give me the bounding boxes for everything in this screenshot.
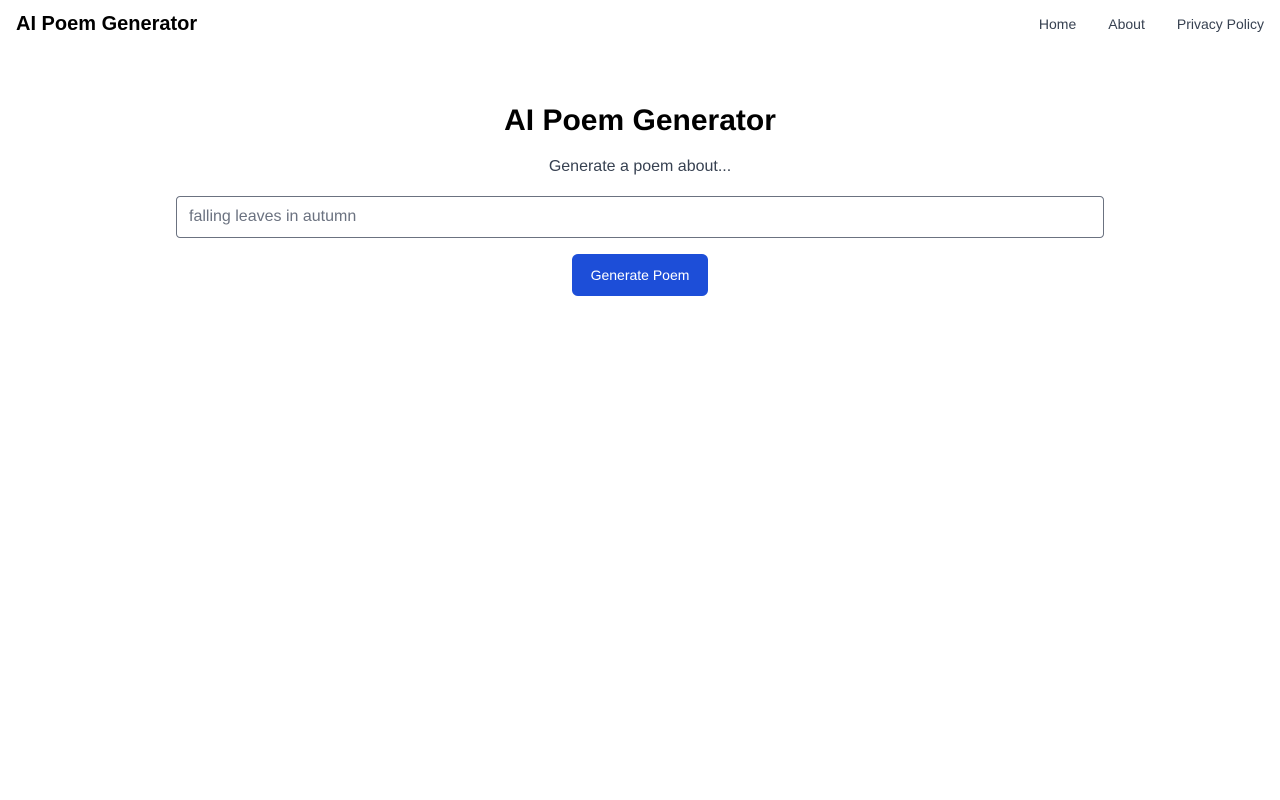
- nav-link-home[interactable]: Home: [1039, 15, 1076, 33]
- nav-link-about[interactable]: About: [1108, 15, 1145, 33]
- prompt-subtitle: Generate a poem about...: [548, 158, 732, 175]
- generate-poem-button[interactable]: Generate Poem: [572, 254, 708, 296]
- brand-logo-text[interactable]: AI Poem Generator: [16, 12, 197, 36]
- page-title: AI Poem Generator: [504, 104, 776, 137]
- nav-link-privacy-policy[interactable]: Privacy Policy: [1177, 15, 1264, 33]
- main-nav: Home About Privacy Policy: [1039, 15, 1264, 33]
- poem-topic-input[interactable]: [176, 196, 1104, 238]
- site-header: AI Poem Generator Home About Privacy Pol…: [0, 0, 1280, 48]
